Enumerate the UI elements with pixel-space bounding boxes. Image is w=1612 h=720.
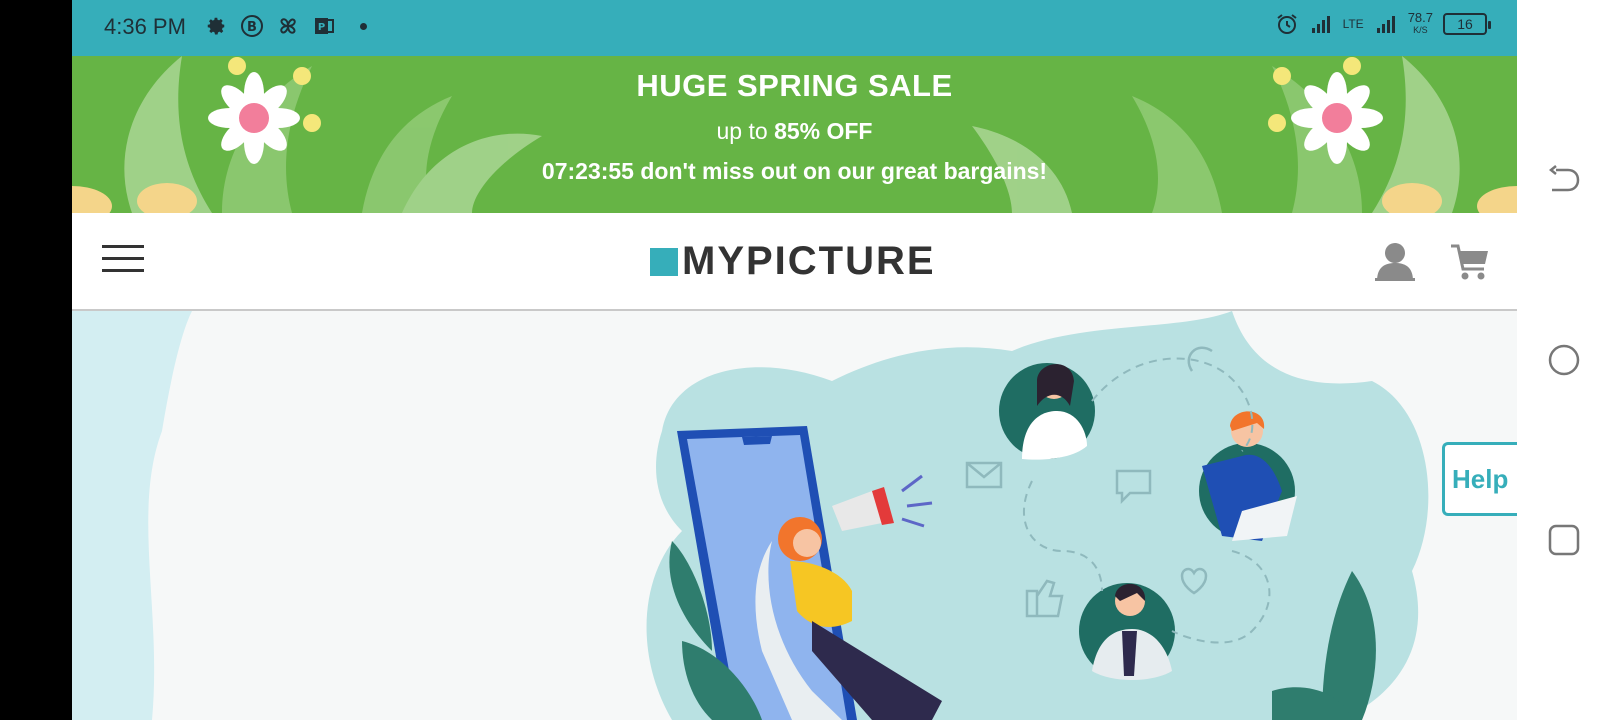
signal-icon [1309, 12, 1333, 36]
promo-title: HUGE SPRING SALE [636, 68, 953, 103]
promo-subtitle-prefix: up to [716, 118, 768, 144]
help-button[interactable]: Help [1442, 442, 1517, 516]
person-circle-bottom [1079, 583, 1175, 680]
account-icon[interactable] [1375, 241, 1415, 281]
person-circle-top [999, 363, 1095, 460]
svg-text:B: B [247, 20, 257, 35]
notification-dot [360, 22, 367, 30]
app-screen: 4:36 PM B P LTE 78.7 K/S 16 HUGE SPRING … [72, 0, 1517, 720]
left-black-bar [0, 0, 72, 720]
status-icons-right: LTE 78.7 K/S 16 [1275, 10, 1491, 36]
gear-icon [204, 14, 228, 38]
promo-countdown: 07:23:55 [541, 158, 634, 184]
promo-discount: 85% OFF [774, 118, 873, 144]
hero-banner[interactable] [72, 311, 1517, 720]
cart-icon[interactable] [1450, 243, 1490, 281]
promo-subtitle: up to 85% OFF [72, 118, 1517, 145]
back-icon[interactable] [1547, 163, 1581, 197]
logo-square [650, 247, 678, 276]
pinwheel-icon [276, 14, 300, 38]
network-speed: 78.7 K/S [1407, 10, 1433, 36]
alarm-icon [1275, 12, 1299, 36]
battery-indicator: 16 [1443, 13, 1491, 35]
logo-text: MYPICTURE [682, 239, 936, 283]
svg-text:P: P [318, 22, 325, 33]
lte-label: LTE [1342, 17, 1364, 31]
hero-illustration [72, 311, 1517, 720]
powerpoint-icon: P [312, 14, 336, 38]
status-time: 4:36 PM [104, 14, 186, 39]
promo-banner[interactable]: HUGE SPRING SALE up to 85% OFF 07:23:55 … [72, 56, 1517, 213]
hamburger-menu-icon[interactable] [102, 245, 144, 275]
android-navigation-bar [1517, 0, 1612, 720]
recents-icon[interactable] [1547, 523, 1581, 557]
lte-signal-icon [1374, 12, 1398, 36]
site-header: MYPICTURE [72, 213, 1517, 311]
promo-countdown-line: 07:23:55 don't miss out on our great bar… [72, 158, 1517, 185]
promo-message: don't miss out on our great bargains! [640, 158, 1048, 184]
network-speed-value: 78.7 [1407, 10, 1433, 25]
status-bar: 4:36 PM B P LTE 78.7 K/S 16 [72, 0, 1517, 56]
site-logo[interactable]: MYPICTURE [650, 239, 936, 284]
b-app-icon: B [240, 14, 264, 38]
status-icons-left: B P [204, 14, 367, 38]
network-speed-unit: K/S [1413, 25, 1428, 35]
home-icon[interactable] [1547, 343, 1581, 377]
